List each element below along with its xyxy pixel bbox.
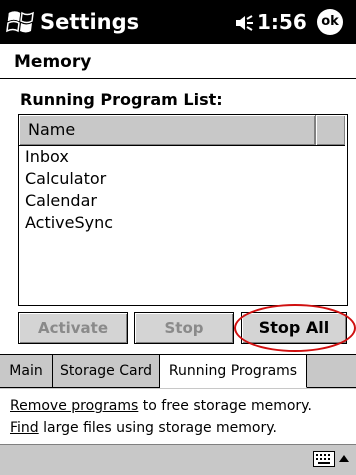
speaker-icon[interactable] [234,14,254,32]
info-line-find: Find large files using storage memory. [10,418,277,438]
tab-storage-card[interactable]: Storage Card [53,355,160,388]
running-program-list-label: Running Program List: [20,90,223,109]
ok-button[interactable]: ok [317,9,343,35]
divider [0,78,356,79]
running-program-list[interactable]: Name Inbox Calculator Calendar ActiveSyn… [18,114,348,306]
list-body: Inbox Calculator Calendar ActiveSync [19,146,345,234]
activate-button[interactable]: Activate [18,312,128,344]
find-link[interactable]: Find [10,420,39,436]
keyboard-icon[interactable] [313,451,335,467]
windows-flag-icon[interactable] [6,7,36,37]
stop-button[interactable]: Stop [134,312,234,344]
info-text: to free storage memory. [138,398,312,414]
bottom-bar [0,444,356,475]
remove-programs-link[interactable]: Remove programs [10,398,138,414]
column-header-label: Name [28,120,76,139]
list-item[interactable]: Inbox [19,146,345,168]
app-title: Settings [40,10,140,34]
column-header-filler [316,115,345,145]
page-title: Memory [14,52,92,72]
tab-running-programs[interactable]: Running Programs [160,355,307,388]
list-header: Name [19,115,345,146]
chevron-up-icon[interactable] [338,451,350,469]
info-line-remove: Remove programs to free storage memory. [10,396,312,416]
tab-strip-filler [307,355,356,388]
title-bar: Settings 1:56 ok [0,0,356,44]
list-item[interactable]: Calculator [19,168,345,190]
tab-strip: Main Storage Card Running Programs [0,354,356,389]
list-item[interactable]: ActiveSync [19,212,345,234]
info-text: large files using storage memory. [38,420,277,436]
clock[interactable]: 1:56 [257,8,307,36]
column-header-name[interactable]: Name [19,115,316,145]
list-item[interactable]: Calendar [19,190,345,212]
highlight-ring [234,304,356,352]
tab-main[interactable]: Main [0,355,53,388]
